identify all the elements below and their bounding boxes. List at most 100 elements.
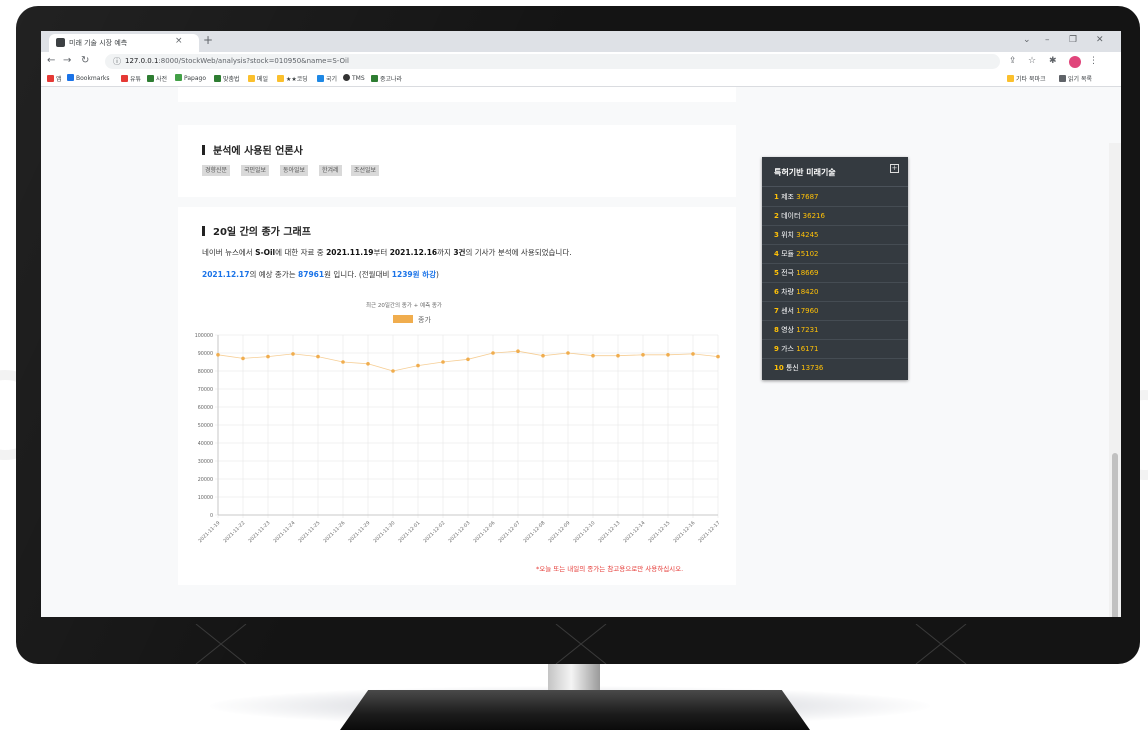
restore-icon[interactable]: ❐ xyxy=(1069,35,1077,45)
expand-icon[interactable]: + xyxy=(890,164,899,173)
back-icon[interactable]: ← xyxy=(47,55,55,66)
data-point xyxy=(641,353,645,357)
tech-rank-row[interactable]: 1 제조 37687 xyxy=(762,187,908,207)
close-window-icon[interactable]: ✕ xyxy=(1096,35,1104,45)
press-chip: 국민일보 xyxy=(241,165,270,176)
tech-rank-row[interactable]: 10 통신 13736 xyxy=(762,358,908,377)
browser-window: 미래 기술 시장 예측 × + ⌄ – ❐ ✕ ← → ↻ ⓘ 127.0.0.… xyxy=(41,31,1121,617)
bookmark-item[interactable]: Bookmarks xyxy=(67,74,110,82)
y-tick-label: 10000 xyxy=(198,495,213,501)
bookmark-item[interactable]: TMS xyxy=(343,74,365,82)
star-icon[interactable]: ☆ xyxy=(1028,56,1036,66)
profile-avatar[interactable] xyxy=(1069,56,1081,68)
data-point xyxy=(666,353,670,357)
press-chip: 동아일보 xyxy=(280,165,309,176)
minimize-icon[interactable]: – xyxy=(1045,35,1050,45)
folder-icon xyxy=(277,75,284,82)
bookmark-item[interactable]: ★★코딩 xyxy=(277,74,308,83)
menu-dots-icon[interactable]: ⋮ xyxy=(1089,56,1098,66)
tech-rank-row[interactable]: 2 데이터 36216 xyxy=(762,206,908,226)
data-point xyxy=(541,353,545,358)
scrollbar-thumb[interactable] xyxy=(1112,453,1118,617)
prediction-text: 2021.12.17의 예상 종가는 87961원 입니다. (전월대비 123… xyxy=(202,270,439,279)
x-tick-label: 2021-12-16 xyxy=(672,520,696,544)
site-favicon-icon xyxy=(56,38,65,47)
bookmark-item[interactable]: 국기 xyxy=(317,74,337,83)
extensions-icon[interactable]: ✱ xyxy=(1049,56,1057,66)
legend-swatch xyxy=(393,315,413,323)
y-tick-label: 80000 xyxy=(198,369,213,375)
new-tab-button[interactable]: + xyxy=(203,33,213,47)
y-tick-label: 90000 xyxy=(198,351,213,357)
tab-bar: 미래 기술 시장 예측 × + ⌄ – ❐ ✕ xyxy=(41,31,1121,52)
bookmark-item[interactable]: 중고나라 xyxy=(371,74,402,83)
browser-tab[interactable]: 미래 기술 시장 예측 × xyxy=(49,34,199,52)
data-point xyxy=(266,354,270,359)
data-point xyxy=(466,357,470,362)
future-tech-title: 특허기반 미래기술 xyxy=(774,168,836,177)
data-point xyxy=(516,349,520,353)
bookmark-item[interactable]: 메일 xyxy=(248,74,268,83)
x-tick-label: 2021-12-09 xyxy=(547,520,571,544)
tech-rank-row[interactable]: 7 센서 17960 xyxy=(762,301,908,321)
x-tick-label: 2021-12-06 xyxy=(472,520,496,544)
forward-icon[interactable]: → xyxy=(63,55,71,66)
y-tick-label: 0 xyxy=(210,513,213,519)
x-tick-label: 2021-12-10 xyxy=(572,520,596,544)
address-bar[interactable]: ⓘ 127.0.0.1:8000/StockWeb/analysis?stock… xyxy=(105,54,1000,69)
chart-title: 최근 20일간의 종가 + 예측 종가 xyxy=(366,301,442,309)
tech-rank-row[interactable]: 8 영상 17231 xyxy=(762,320,908,340)
graph-card: 20일 간의 종가 그래프 네이버 뉴스에서 S-Oil에 대한 자료 중 20… xyxy=(178,207,736,585)
data-point xyxy=(591,353,595,358)
youtube-icon xyxy=(121,75,128,82)
graph-heading: 20일 간의 종가 그래프 xyxy=(202,223,311,238)
globe-icon xyxy=(343,74,350,81)
data-point xyxy=(691,352,695,356)
y-tick-label: 40000 xyxy=(198,441,213,447)
y-tick-label: 70000 xyxy=(198,387,213,393)
future-tech-header: 특허기반 미래기술 + xyxy=(762,157,908,187)
press-chip-list: 경향신문 국민일보 동아일보 한겨레 조선일보 xyxy=(202,165,602,177)
tech-rank-row[interactable]: 3 위치 34245 xyxy=(762,225,908,245)
bookmark-item[interactable]: 맞춤법 xyxy=(214,74,240,83)
legend-label: 종가 xyxy=(418,315,431,324)
data-point xyxy=(391,369,395,373)
bookmark-other[interactable]: 기타 북마크 xyxy=(1007,74,1046,83)
bookmark-apps[interactable]: 앱 xyxy=(47,74,62,83)
monitor-stand xyxy=(340,690,810,730)
tab-close-icon[interactable]: × xyxy=(175,36,183,46)
tech-rank-row[interactable]: 6 차량 18420 xyxy=(762,282,908,302)
analysis-description: 네이버 뉴스에서 S-Oil에 대한 자료 중 2021.11.19부터 202… xyxy=(202,248,572,257)
bookmark-reading-list[interactable]: 읽기 목록 xyxy=(1059,74,1092,83)
y-tick-label: 20000 xyxy=(198,477,213,483)
tech-rank-row[interactable]: 9 가스 16171 xyxy=(762,339,908,359)
share-icon[interactable]: ⇪ xyxy=(1009,56,1017,66)
bookmark-item[interactable]: 사전 xyxy=(147,74,167,83)
tech-rank-row[interactable]: 4 모듈 25102 xyxy=(762,244,908,264)
bookmarks-bar: 앱 Bookmarks 유튜 사전 Papago 맞춤법 메일 ★★코딩 국기 … xyxy=(41,72,1121,87)
data-point xyxy=(316,354,320,359)
x-tick-label: 2021-11-25 xyxy=(297,520,321,544)
bookmark-item[interactable]: 유튜 xyxy=(121,74,141,83)
x-tick-label: 2021-12-02 xyxy=(422,520,446,544)
heading-bar xyxy=(202,145,205,155)
folder-icon xyxy=(1007,75,1014,82)
press-heading: 분석에 사용된 언론사 xyxy=(202,142,303,157)
tab-search-icon[interactable]: ⌄ xyxy=(1023,35,1031,45)
tech-rank-row[interactable]: 5 전극 18669 xyxy=(762,263,908,283)
press-chip: 한겨레 xyxy=(319,165,342,176)
disclaimer-note: *오늘 또는 내일의 종가는 참고용으로만 사용하십시오. xyxy=(536,565,684,573)
press-chip: 조선일보 xyxy=(351,165,380,176)
site-info-icon[interactable]: ⓘ xyxy=(113,56,121,67)
market-icon xyxy=(371,75,378,82)
url-text: 127.0.0.1:8000/StockWeb/analysis?stock=0… xyxy=(125,57,349,65)
x-tick-label: 2021-11-22 xyxy=(222,520,246,544)
bookmark-item[interactable]: Papago xyxy=(175,74,206,82)
page-scrollbar[interactable] xyxy=(1109,143,1121,617)
data-point xyxy=(416,363,420,368)
reload-icon[interactable]: ↻ xyxy=(81,55,89,66)
data-point xyxy=(241,356,245,361)
y-tick-label: 50000 xyxy=(198,423,213,429)
monitor-mockup: 미래 기술 시장 예측 × + ⌄ – ❐ ✕ ← → ↻ ⓘ 127.0.0.… xyxy=(0,0,1148,736)
x-tick-label: 2021-11-19 xyxy=(197,520,221,544)
